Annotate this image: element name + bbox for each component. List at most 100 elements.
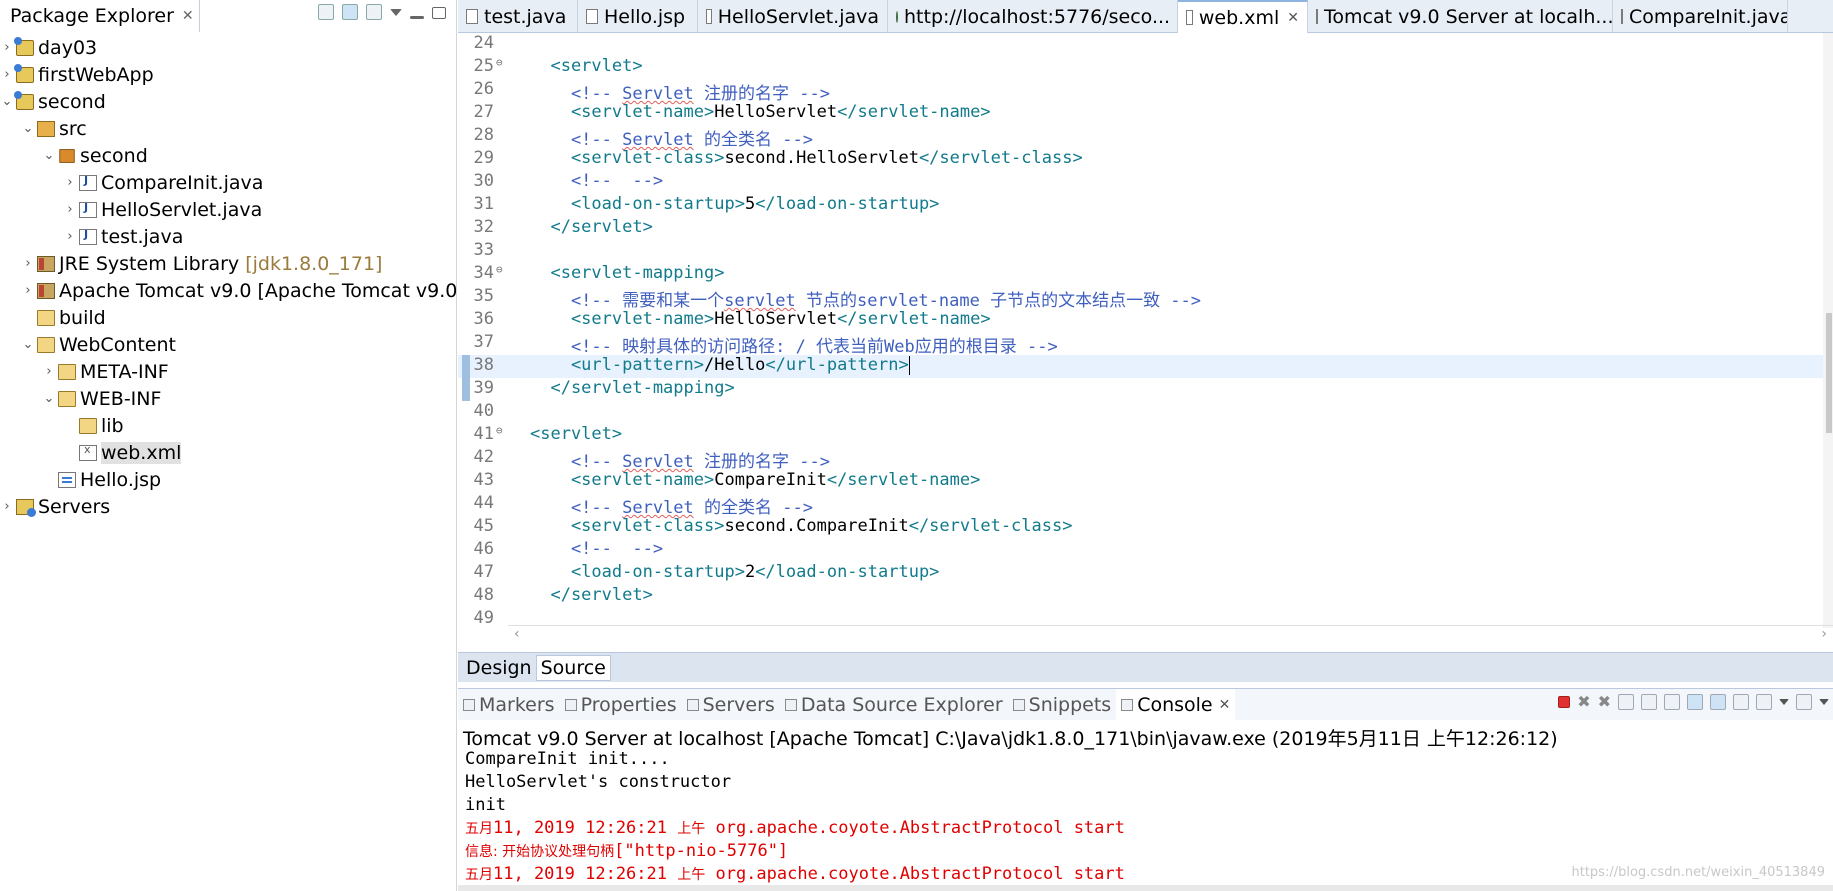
chevron-right-icon[interactable]: › <box>0 499 14 514</box>
show-on-stdout-icon[interactable] <box>1687 694 1703 710</box>
code-line[interactable]: 48 </servlet> <box>458 585 1833 608</box>
chevron-right-icon[interactable]: › <box>63 229 77 244</box>
word-wrap-icon[interactable] <box>1664 694 1680 710</box>
terminate-icon[interactable] <box>1558 696 1571 708</box>
tree-item[interactable]: ⌄ WEB-INF <box>0 385 457 412</box>
horizontal-scrollbar[interactable]: ‹ › <box>508 625 1833 643</box>
editor-tab[interactable]: HelloServlet.java <box>698 0 888 33</box>
editor-tab[interactable]: CompareInit.java <box>1613 0 1788 33</box>
chevron-down-icon[interactable]: ⌄ <box>42 391 56 406</box>
open-console-menu-icon[interactable] <box>1819 699 1829 705</box>
link-with-editor-icon[interactable] <box>342 4 358 20</box>
code-line[interactable]: 39 </servlet-mapping> <box>458 378 1833 401</box>
tree-item[interactable]: web.xml <box>0 439 457 466</box>
tree-item[interactable]: build <box>0 304 457 331</box>
code-line[interactable]: 45 <servlet-class>second.CompareInit</se… <box>458 516 1833 539</box>
code-line[interactable]: 28 <!-- Servlet 的全类名 --> <box>458 125 1833 150</box>
chevron-right-icon[interactable]: › <box>0 67 14 82</box>
remove-launch-icon[interactable]: ✖ <box>1577 694 1590 710</box>
tab-console[interactable]: Console ✕ <box>1116 689 1236 720</box>
code-line[interactable]: 30 <!-- --> <box>458 171 1833 194</box>
view-menu-icon[interactable] <box>390 9 402 16</box>
code-line[interactable]: 32 </servlet> <box>458 217 1833 240</box>
code-line[interactable]: 43 <servlet-name>CompareInit</servlet-na… <box>458 470 1833 493</box>
code-line[interactable]: 31 <load-on-startup>5</load-on-startup> <box>458 194 1833 217</box>
tree-item[interactable]: › firstWebApp <box>0 61 457 88</box>
editor-tab[interactable]: Hello.jsp <box>578 0 698 33</box>
code-line[interactable]: 46 <!-- --> <box>458 539 1833 562</box>
vertical-scrollbar[interactable] <box>1823 33 1833 628</box>
tree-item[interactable]: lib <box>0 412 457 439</box>
chevron-right-icon[interactable]: › <box>21 283 35 298</box>
tree-item[interactable]: ⌄ second <box>0 142 457 169</box>
code-line[interactable]: 40 <box>458 401 1833 424</box>
editor-tab[interactable]: web.xml ✕ <box>1178 0 1308 33</box>
tree-item[interactable]: › CompareInit.java <box>0 169 457 196</box>
scroll-right-icon[interactable]: › <box>1821 626 1827 642</box>
tree-item[interactable]: ⌄ src <box>0 115 457 142</box>
remove-all-terminated-icon[interactable]: ✖ <box>1598 694 1611 710</box>
chevron-down-icon[interactable]: ⌄ <box>42 148 56 163</box>
show-on-stderr-icon[interactable] <box>1710 694 1726 710</box>
code-line[interactable]: 26 <!-- Servlet 注册的名字 --> <box>458 79 1833 104</box>
code-line[interactable]: 42 <!-- Servlet 注册的名字 --> <box>458 447 1833 472</box>
chevron-down-icon[interactable]: ⌄ <box>21 337 35 352</box>
tree-item[interactable]: › JRE System Library [jdk1.8.0_171] <box>0 250 457 277</box>
close-icon[interactable]: ✕ <box>182 8 194 24</box>
clear-console-icon[interactable] <box>1618 694 1634 710</box>
tab-markers[interactable]: Markers <box>458 689 560 720</box>
chevron-down-icon[interactable]: ⌄ <box>21 121 35 136</box>
code-line[interactable]: 37 <!-- 映射具体的访问路径: / 代表当前Web应用的根目录 --> <box>458 332 1833 357</box>
tree-item[interactable]: › Apache Tomcat v9.0 [Apache Tomcat v9.0] <box>0 277 464 304</box>
chevron-down-icon[interactable]: ⌄ <box>0 94 14 109</box>
scroll-lock-icon[interactable] <box>1641 694 1657 710</box>
code-line[interactable]: 34 ⊖ <servlet-mapping> <box>458 263 1833 286</box>
tree-item[interactable]: › Servers <box>0 493 457 520</box>
maximize-icon[interactable] <box>432 7 446 19</box>
collapse-all-icon[interactable] <box>318 4 334 20</box>
tree-item[interactable]: › test.java <box>0 223 457 250</box>
editor-tab[interactable]: Tomcat v9.0 Server at localh... <box>1308 0 1613 33</box>
chevron-right-icon[interactable]: › <box>42 364 56 379</box>
chevron-right-icon[interactable]: › <box>0 40 14 55</box>
code-line[interactable]: 44 <!-- Servlet 的全类名 --> <box>458 493 1833 518</box>
code-view[interactable]: 24 25 ⊖ <servlet> 26 <!-- Servlet 注册的名字 -->… <box>458 33 1833 628</box>
code-line[interactable]: 35 <!-- 需要和某一个servlet 节点的servlet-name 子节… <box>458 286 1833 311</box>
fold-toggle-icon[interactable]: ⊖ <box>496 56 503 69</box>
code-line[interactable]: 24 <box>458 33 1833 56</box>
fold-toggle-icon[interactable]: ⊖ <box>496 263 503 276</box>
display-console-menu-icon[interactable] <box>1779 699 1789 705</box>
tab-properties[interactable]: Properties <box>560 689 682 720</box>
code-line[interactable]: 47 <load-on-startup>2</load-on-startup> <box>458 562 1833 585</box>
package-explorer-tab[interactable]: Package Explorer ✕ <box>0 0 200 32</box>
display-console-icon[interactable] <box>1756 694 1772 710</box>
tab-data-source-explorer[interactable]: Data Source Explorer <box>780 689 1008 720</box>
scroll-left-icon[interactable]: ‹ <box>514 626 520 642</box>
open-console-icon[interactable] <box>1796 694 1812 710</box>
tab-design[interactable]: Design <box>462 655 536 681</box>
close-icon[interactable]: ✕ <box>1219 697 1231 713</box>
code-line[interactable]: 33 <box>458 240 1833 263</box>
editor-tab[interactable]: test.java <box>458 0 578 33</box>
tree-item[interactable]: Hello.jsp <box>0 466 457 493</box>
code-line[interactable]: 41 ⊖ <servlet> <box>458 424 1833 447</box>
fold-toggle-icon[interactable]: ⊖ <box>496 424 503 437</box>
tree-item[interactable]: › day03 <box>0 34 457 61</box>
tree-item[interactable]: › META-INF <box>0 358 457 385</box>
chevron-right-icon[interactable]: › <box>21 256 35 271</box>
filter-icon[interactable] <box>366 4 382 20</box>
code-line[interactable]: 36 <servlet-name>HelloServlet</servlet-n… <box>458 309 1833 332</box>
tree-item[interactable]: ⌄ second <box>0 88 457 115</box>
tab-snippets[interactable]: Snippets <box>1008 689 1117 720</box>
code-line[interactable]: 27 <servlet-name>HelloServlet</servlet-n… <box>458 102 1833 125</box>
tree-item[interactable]: › HelloServlet.java <box>0 196 457 223</box>
chevron-right-icon[interactable]: › <box>63 175 77 190</box>
code-line[interactable]: 38 <url-pattern>/Hello</url-pattern> <box>458 355 1833 378</box>
tree-item[interactable]: ⌄ WebContent <box>0 331 457 358</box>
chevron-right-icon[interactable]: › <box>63 202 77 217</box>
scroll-thumb[interactable] <box>1826 313 1832 433</box>
tab-servers[interactable]: Servers <box>682 689 780 720</box>
code-line[interactable]: 25 ⊖ <servlet> <box>458 56 1833 79</box>
tab-source[interactable]: Source <box>535 654 611 681</box>
pin-console-icon[interactable] <box>1733 694 1749 710</box>
